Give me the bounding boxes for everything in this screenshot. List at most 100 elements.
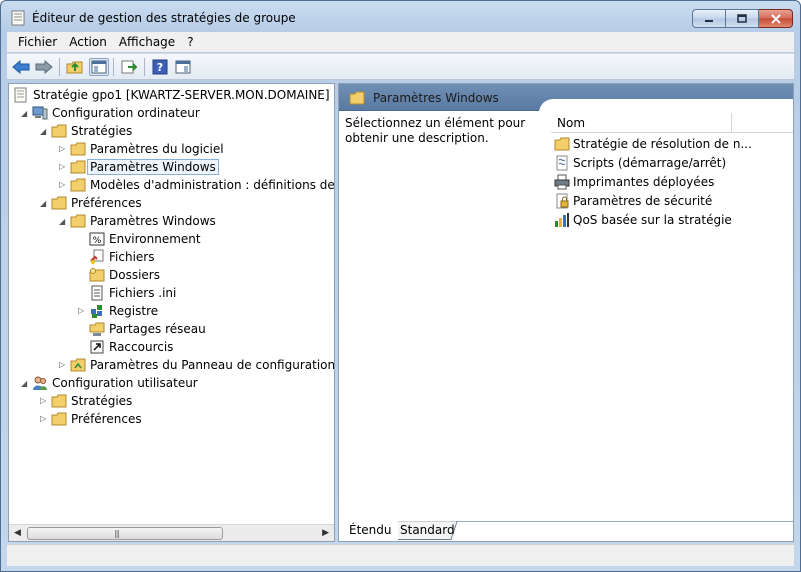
- scroll-left-icon[interactable]: ◀: [14, 528, 21, 538]
- tree-label: Fichiers: [109, 250, 155, 264]
- tab-extended[interactable]: Étendu: [339, 521, 398, 540]
- tree-label: Paramètres Windows: [90, 214, 216, 228]
- tree-item-network-shares[interactable]: Partages réseau: [89, 320, 206, 338]
- tree-item-user-strategies[interactable]: Stratégies: [51, 392, 132, 410]
- collapse-arrow-icon[interactable]: ◢: [40, 127, 49, 136]
- tree-item-environment[interactable]: % Environnement: [89, 230, 201, 248]
- tree-item-pref-windows-settings[interactable]: Paramètres Windows: [70, 212, 216, 230]
- control-panel-folder-icon: [70, 358, 86, 372]
- scroll-thumb[interactable]: |||: [27, 527, 223, 540]
- menu-action[interactable]: Action: [63, 35, 113, 49]
- expand-arrow-icon[interactable]: ▷: [40, 414, 49, 423]
- tree-label: Partages réseau: [109, 322, 206, 336]
- folder-icon: [51, 412, 67, 426]
- column-header-name[interactable]: Nom: [551, 113, 793, 133]
- description-text: Sélectionnez un élément pour obtenir une…: [345, 116, 526, 145]
- up-level-button[interactable]: [65, 58, 85, 76]
- tree-item-files[interactable]: Fichiers: [89, 248, 154, 266]
- expand-arrow-icon[interactable]: ▷: [40, 396, 49, 405]
- forward-button[interactable]: [34, 58, 54, 76]
- tab-standard[interactable]: Standard: [390, 521, 461, 540]
- tree-item-control-panel[interactable]: Paramètres du Panneau de configuration: [70, 356, 335, 374]
- folder-icon: [70, 142, 86, 156]
- forward-arrow-icon: [35, 60, 53, 74]
- tree-item-windows-settings[interactable]: Paramètres Windows: [70, 158, 219, 176]
- svg-text:%: %: [93, 236, 102, 246]
- shortcut-icon: [90, 340, 104, 354]
- tree-item-folders[interactable]: Dossiers: [89, 266, 160, 284]
- toolbar: ?: [7, 53, 794, 80]
- scroll-right-icon[interactable]: ▶: [322, 528, 329, 538]
- export-list-button[interactable]: [119, 58, 139, 76]
- maximize-icon: [737, 13, 747, 23]
- horizontal-scrollbar[interactable]: ◀ ||| ▶: [9, 524, 334, 541]
- tree-item-root[interactable]: Stratégie gpo1 [KWARTZ-SERVER.MON.DOMAIN…: [13, 86, 330, 104]
- show-tree-button[interactable]: [89, 58, 109, 76]
- menu-help[interactable]: ?: [181, 35, 199, 49]
- folder-icon: [51, 394, 67, 408]
- tree-label-selected: Paramètres Windows: [87, 159, 219, 175]
- users-icon: [33, 376, 47, 390]
- expand-arrow-icon[interactable]: ▷: [78, 306, 87, 315]
- list-item[interactable]: Scripts (démarrage/arrêt): [554, 154, 726, 172]
- tree-label: Registre: [109, 304, 159, 318]
- tree-label: Modèles d'administration : définitions d…: [90, 178, 335, 192]
- expand-arrow-icon[interactable]: ▷: [59, 162, 68, 171]
- policy-document-icon: [11, 10, 25, 26]
- view-tabs: Étendu Standard: [339, 521, 793, 541]
- details-pane: Paramètres Windows Sélectionnez un éléme…: [338, 83, 794, 542]
- tree-label: Préférences: [71, 412, 142, 426]
- tree-item-shortcuts[interactable]: Raccourcis: [89, 338, 173, 356]
- folder-icon: [51, 124, 67, 138]
- folder-icon: [70, 214, 86, 228]
- tree-label: Environnement: [109, 232, 201, 246]
- tree-item-user-config[interactable]: Configuration utilisateur: [32, 374, 198, 392]
- list-item-label: Paramètres de sécurité: [573, 194, 713, 208]
- collapse-arrow-icon[interactable]: ◢: [21, 109, 30, 118]
- tree-item-ini-files[interactable]: Fichiers .ini: [89, 284, 176, 302]
- collapse-arrow-icon[interactable]: ◢: [59, 217, 68, 226]
- menu-fichier[interactable]: Fichier: [12, 35, 63, 49]
- minimize-icon: [705, 19, 713, 22]
- back-button[interactable]: [11, 58, 31, 76]
- help-button[interactable]: ?: [150, 58, 170, 76]
- collapse-arrow-icon[interactable]: ◢: [40, 199, 49, 208]
- folder-icon: [70, 178, 86, 192]
- expand-arrow-icon[interactable]: ▷: [59, 360, 68, 369]
- tree-item-preferences[interactable]: Préférences: [51, 194, 142, 212]
- tree-label: Configuration ordinateur: [52, 106, 200, 120]
- tree-item-software-settings[interactable]: Paramètres du logiciel: [70, 140, 224, 158]
- tree-item-user-preferences[interactable]: Préférences: [51, 410, 142, 428]
- minimize-button[interactable]: [692, 9, 726, 28]
- tree-item-strategies[interactable]: Stratégies: [51, 122, 132, 140]
- printer-icon: [554, 174, 570, 190]
- list-item[interactable]: Stratégie de résolution de n...: [554, 135, 752, 153]
- properties-pane-icon: [175, 60, 191, 74]
- list-item-label: Scripts (démarrage/arrêt): [573, 156, 727, 170]
- list-item-label: Imprimantes déployées: [573, 175, 715, 189]
- help-icon: ?: [152, 59, 168, 75]
- menu-bar: Fichier Action Affichage ?: [7, 32, 794, 52]
- computer-icon: [32, 106, 48, 120]
- list-item[interactable]: QoS basée sur la stratégie: [554, 211, 732, 229]
- close-button[interactable]: [759, 9, 793, 28]
- expand-arrow-icon[interactable]: ▷: [59, 180, 68, 189]
- expand-arrow-icon[interactable]: ▷: [59, 144, 68, 153]
- close-icon: [770, 13, 781, 24]
- status-bar: [7, 544, 794, 566]
- collapse-arrow-icon[interactable]: ◢: [21, 379, 30, 388]
- list-item[interactable]: Imprimantes déployées: [554, 173, 714, 191]
- column-label: Nom: [557, 116, 586, 130]
- properties-pane-button[interactable]: [173, 58, 193, 76]
- tree-item-registry[interactable]: Registre: [89, 302, 158, 320]
- tree-label: Stratégies: [71, 124, 133, 138]
- tree-label: Paramètres du logiciel: [90, 142, 224, 156]
- list-item[interactable]: Paramètres de sécurité: [554, 192, 712, 210]
- maximize-button[interactable]: [726, 9, 759, 28]
- tree-item-computer-config[interactable]: Configuration ordinateur: [32, 104, 200, 122]
- tree-label: Fichiers .ini: [109, 286, 177, 300]
- tree-item-admin-templates[interactable]: Modèles d'administration : définitions d…: [70, 176, 335, 194]
- tree-label: Paramètres du Panneau de configuration: [90, 358, 335, 372]
- menu-affichage[interactable]: Affichage: [113, 35, 181, 49]
- console-tree[interactable]: Stratégie gpo1 [KWARTZ-SERVER.MON.DOMAIN…: [8, 83, 335, 542]
